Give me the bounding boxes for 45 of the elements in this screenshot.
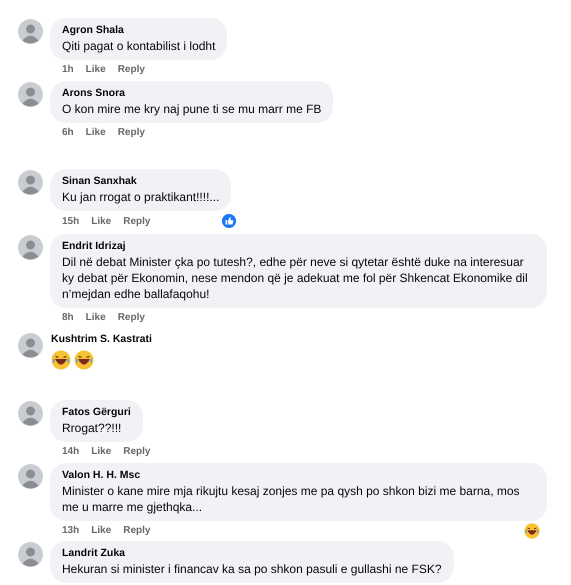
like-reaction-icon	[222, 214, 236, 228]
timestamp[interactable]: 15h	[62, 214, 80, 228]
timestamp[interactable]: 8h	[62, 311, 74, 324]
avatar[interactable]	[18, 333, 43, 358]
laughing-reaction-icon	[524, 522, 540, 538]
author-name[interactable]: Fatos Gërguri	[62, 405, 131, 419]
author-name[interactable]: Arons Snora	[62, 86, 322, 100]
avatar[interactable]	[18, 542, 43, 567]
comment-text: Dil në debat Minister çka po tutesh?, edhe për neve si qytetar është duke na interesuar ky debat për Ekonomin, nese mendon që je adekuat me fol për Shkencat Ekonomike dil n’mejdan edhe ballafaqohu!	[62, 254, 529, 302]
laughing-emoji-icon	[51, 350, 71, 370]
like-link[interactable]: Like	[91, 524, 112, 537]
avatar[interactable]	[18, 235, 43, 260]
author-name[interactable]: Kushtrim S. Kastrati	[51, 332, 152, 346]
timestamp[interactable]: 6h	[62, 126, 74, 139]
reply-link[interactable]: Reply	[123, 214, 150, 228]
author-name[interactable]: Endrit Idrizaj	[62, 239, 535, 253]
like-link[interactable]: Like	[86, 311, 106, 324]
like-link[interactable]: Like	[86, 126, 106, 139]
comment-text: Rrogat??!!!	[62, 420, 122, 436]
comment-text: O kon mire me kry naj pune ti se mu marr me FB	[62, 101, 322, 117]
comment-text: Qiti pagat o kontabilist i lodht	[62, 38, 216, 54]
laughing-emoji-icon	[74, 350, 94, 370]
avatar[interactable]	[18, 401, 43, 426]
author-name[interactable]: Agron Shala	[62, 23, 216, 37]
avatar[interactable]	[18, 170, 43, 195]
avatar[interactable]	[18, 82, 43, 107]
reply-link[interactable]: Reply	[118, 63, 145, 76]
author-name[interactable]: Sinan Sanxhak	[62, 174, 220, 188]
reply-link[interactable]: Reply	[123, 445, 150, 458]
like-link[interactable]: Like	[91, 214, 112, 228]
author-name[interactable]: Valon H. H. Msc	[62, 468, 535, 482]
timestamp[interactable]: 14h	[62, 445, 80, 458]
avatar[interactable]	[18, 464, 43, 489]
like-link[interactable]: Like	[91, 445, 112, 458]
comment-text: Minister o kane mire mja rikujtu kesaj zonjes me pa qysh po shkon bizi me barna, mos me u marre me gjethqka...	[62, 483, 521, 515]
author-name[interactable]: Landrit Zuka	[62, 546, 442, 560]
reply-link[interactable]: Reply	[118, 126, 145, 139]
like-link[interactable]: Like	[86, 63, 106, 76]
timestamp[interactable]: 13h	[62, 524, 80, 537]
reply-link[interactable]: Reply	[118, 311, 145, 324]
avatar[interactable]	[18, 19, 43, 44]
reply-link[interactable]: Reply	[123, 524, 150, 537]
timestamp[interactable]: 1h	[62, 63, 74, 76]
comment-text: Ku jan rrogat o praktikant!!!!...	[62, 189, 220, 205]
comment-text: Hekuran si minister i financav ka sa po shkon pasuli e gullashi ne FSK?	[62, 561, 442, 577]
